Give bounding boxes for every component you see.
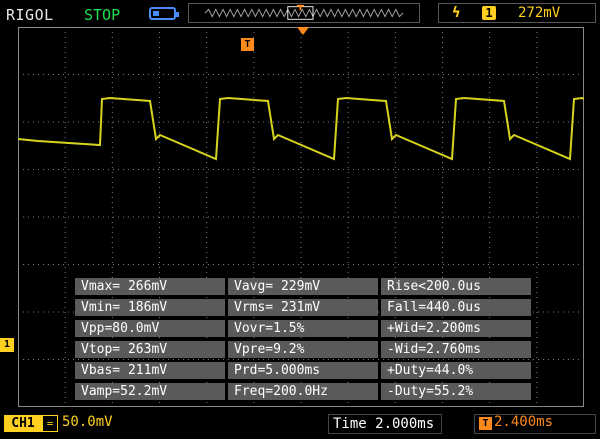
measurement-pos-width: +Wid=2.200ms [381,320,531,337]
measurement-vpre: Vpre=9.2% [228,341,378,358]
measurement-vamp: Vamp=52.2mV [75,383,225,400]
run-status[interactable]: STOP [84,6,120,24]
trigger-offset-value: 2.400ms [494,414,554,430]
ch1-ground-marker[interactable]: 1 [0,338,14,352]
falling-edge-icon: ϟ [452,5,461,21]
measurement-vtop: Vtop= 263mV [75,341,225,358]
measurement-vbase: Vbas= 211mV [75,362,225,379]
measurement-neg-width: -Wid=2.760ms [381,341,531,358]
measurement-vmin: Vmin= 186mV [75,299,225,316]
measurement-period: Prd=5.000ms [228,362,378,379]
dc-coupling-icon: = [42,415,58,432]
measurement-frequency: Freq=200.0Hz [228,383,378,400]
measurement-vpp: Vpp=80.0mV [75,320,225,337]
ch1-button[interactable]: CH1 [4,415,42,432]
timebase-scale[interactable]: Time 2.000ms [328,414,442,434]
measurement-rise: Rise<200.0us [381,278,531,295]
trigger-source: 1 [482,6,496,20]
memory-waveform-icon [188,3,420,23]
measurement-pos-duty: +Duty=44.0% [381,362,531,379]
trigger-panel[interactable] [438,3,596,23]
trigger-offset-icon: T [479,417,492,430]
battery-level [153,11,159,16]
measurement-fall: Fall=440.0us [381,299,531,316]
trigger-position-marker[interactable]: T [241,38,254,51]
ch1-vertical-scale[interactable]: 50.0mV [62,414,113,430]
measurement-vovr: Vovr=1.5% [228,320,378,337]
measurement-neg-duty: -Duty=55.2% [381,383,531,400]
measurement-vavg: Vavg= 229mV [228,278,378,295]
trigger-pointer-icon [297,27,309,35]
measurement-vmax: Vmax= 266mV [75,278,225,295]
battery-icon [149,7,179,20]
measurement-vrms: Vrms= 231mV [228,299,378,316]
trigger-level: 272mV [518,5,561,21]
brand-logo: RIGOL [6,6,54,24]
